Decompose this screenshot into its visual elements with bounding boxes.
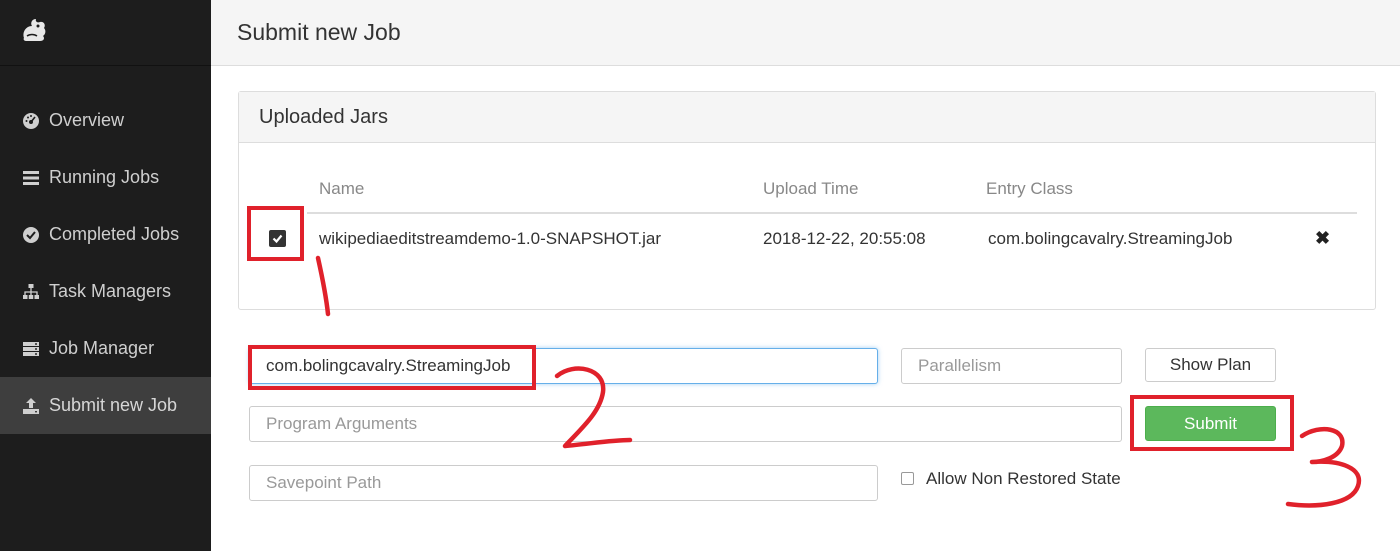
sidebar-item-label: Overview [49, 110, 125, 130]
annotation-box-checkbox [247, 206, 304, 261]
sidebar-item-label: Task Managers [49, 281, 172, 301]
sidebar-item-label: Running Jobs [49, 167, 160, 187]
step-number-3 [1285, 427, 1362, 508]
table-header-divider [307, 212, 1357, 214]
logo-bar [0, 0, 211, 66]
flink-squirrel-logo-icon[interactable] [18, 14, 50, 51]
sidebar-item-overview[interactable]: Overview [0, 92, 211, 149]
sidebar-item-completed-jobs[interactable]: Completed Jobs [0, 206, 211, 263]
jar-upload-time: 2018-12-22, 20:55:08 [763, 229, 926, 248]
sidebar-item-task-managers[interactable]: Task Managers [0, 263, 211, 320]
parallelism-placeholder: Parallelism [918, 356, 1002, 375]
page-title: Submit new Job [237, 19, 401, 45]
panel-title: Uploaded Jars [239, 92, 1375, 143]
show-plan-button[interactable]: Show Plan [1145, 348, 1276, 382]
parallelism-input[interactable]: Parallelism [901, 348, 1122, 384]
savepoint-path-placeholder: Savepoint Path [266, 473, 382, 492]
savepoint-path-input[interactable]: Savepoint Path [249, 465, 878, 501]
column-header-entry-class: Entry Class [986, 179, 1073, 198]
dashboard-icon [22, 112, 40, 130]
jar-entry-class: com.bolingcavalry.StreamingJob [988, 229, 1233, 248]
sidebar-item-job-manager[interactable]: Job Manager [0, 320, 211, 377]
uploaded-jars-panel: Uploaded Jars Name Upload Time Entry Cla… [238, 91, 1376, 310]
sidebar-nav: Overview Running Jobs Completed Jobs Tas… [0, 92, 211, 434]
annotation-box-entry-class [248, 345, 536, 390]
page-header: Submit new Job [211, 0, 1400, 66]
server-icon [22, 340, 40, 358]
delete-jar-icon[interactable]: ✖ [1315, 228, 1330, 249]
allow-non-restored-checkbox[interactable] [901, 472, 914, 485]
column-header-upload-time: Upload Time [763, 179, 859, 198]
sidebar-item-label: Submit new Job [49, 395, 178, 415]
sidebar-item-running-jobs[interactable]: Running Jobs [0, 149, 211, 206]
list-icon [22, 169, 40, 187]
sidebar-item-label: Job Manager [49, 338, 155, 358]
annotation-box-submit [1130, 395, 1294, 451]
upload-icon [22, 397, 40, 415]
sidebar-item-label: Completed Jobs [49, 224, 180, 244]
program-arguments-placeholder: Program Arguments [266, 414, 418, 433]
sidebar: Overview Running Jobs Completed Jobs Tas… [0, 0, 211, 551]
jar-name: wikipediaeditstreamdemo-1.0-SNAPSHOT.jar [319, 229, 662, 248]
column-header-name: Name [319, 179, 365, 198]
allow-non-restored-label: Allow Non Restored State [926, 469, 1121, 488]
check-circle-icon [22, 226, 40, 244]
sitemap-icon [22, 283, 40, 301]
program-arguments-input[interactable]: Program Arguments [249, 406, 1122, 442]
sidebar-item-submit-new-job[interactable]: Submit new Job [0, 377, 211, 434]
